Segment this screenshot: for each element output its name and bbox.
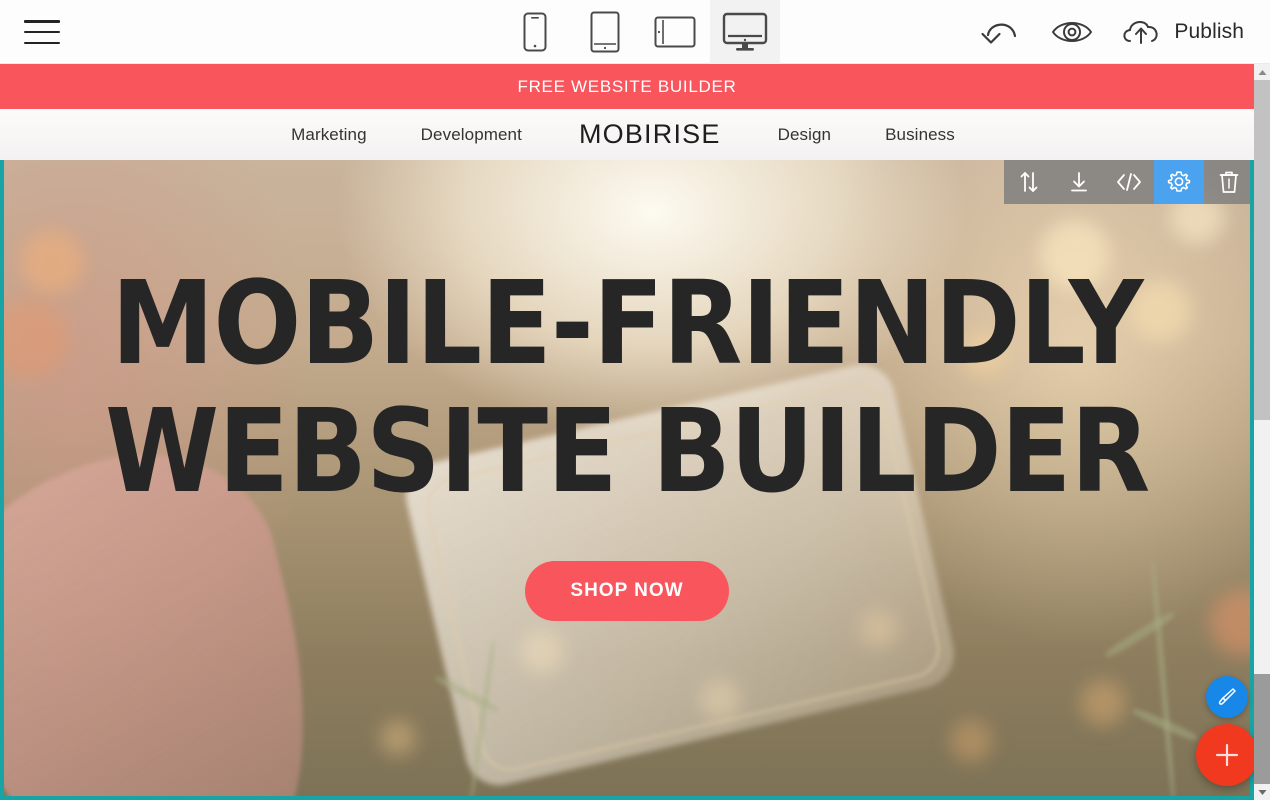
nav-link-business[interactable]: Business: [858, 125, 982, 145]
hero-content: MOBILE-FRIENDLY WEBSITE BUILDER SHOP NOW: [0, 160, 1254, 800]
device-button-tablet[interactable]: [570, 0, 640, 64]
hero-title-line2: WEBSITE BUILDER: [104, 385, 1150, 519]
site-navbar: Marketing Development MOBIRISE Design Bu…: [0, 109, 1254, 160]
block-settings-button[interactable]: [1154, 160, 1204, 204]
announcement-banner[interactable]: FREE WEBSITE BUILDER: [0, 64, 1254, 109]
shop-now-button[interactable]: SHOP NOW: [525, 561, 729, 621]
publish-label: Publish: [1174, 20, 1244, 43]
cloud-upload-icon: [1123, 21, 1159, 44]
block-download-button[interactable]: [1054, 160, 1104, 204]
hamburger-line: [24, 41, 60, 44]
announcement-banner-text: FREE WEBSITE BUILDER: [517, 76, 737, 96]
device-button-desktop[interactable]: [710, 0, 780, 64]
nav-link-marketing[interactable]: Marketing: [264, 125, 394, 145]
chevron-down-icon: [1258, 789, 1266, 795]
hero-block[interactable]: MOBILE-FRIENDLY WEBSITE BUILDER SHOP NOW: [0, 160, 1254, 800]
hamburger-menu-icon[interactable]: [24, 17, 60, 47]
plus-icon: [1215, 743, 1239, 767]
device-button-phone[interactable]: [500, 0, 570, 64]
hamburger-line: [24, 30, 60, 34]
eye-icon: [1052, 22, 1093, 42]
preview-button[interactable]: [1036, 0, 1108, 64]
scrollbar-thumb[interactable]: [1254, 80, 1270, 420]
device-button-tablet-landscape[interactable]: [640, 0, 710, 64]
trash-icon: [1219, 171, 1239, 193]
hamburger-line: [24, 20, 60, 23]
code-brackets-icon: [1117, 173, 1141, 191]
publish-button[interactable]: Publish: [1108, 0, 1254, 64]
tablet-landscape-icon: [654, 16, 696, 48]
scroll-down-button[interactable]: [1254, 784, 1270, 800]
block-toolbar: [1004, 160, 1254, 204]
site-logo[interactable]: MOBIRISE: [549, 119, 751, 150]
add-block-fab-button[interactable]: [1196, 724, 1258, 786]
block-code-button[interactable]: [1104, 160, 1154, 204]
app-toolbar: Publish: [0, 0, 1270, 64]
desktop-monitor-icon: [722, 12, 768, 51]
device-selector: [500, 0, 780, 64]
paint-brush-icon: [1218, 688, 1236, 705]
tablet-portrait-icon: [590, 11, 620, 53]
style-fab-button[interactable]: [1206, 676, 1248, 718]
chevron-up-icon: [1258, 69, 1266, 75]
phone-portrait-icon: [523, 12, 547, 52]
gear-icon: [1167, 171, 1191, 192]
undo-arrow-icon: [981, 23, 1017, 44]
scroll-up-button[interactable]: [1254, 64, 1270, 80]
vertical-scrollbar[interactable]: [1254, 64, 1270, 800]
hero-title-line1: MOBILE-FRIENDLY: [111, 257, 1143, 391]
nav-link-development[interactable]: Development: [394, 125, 549, 145]
block-delete-button[interactable]: [1204, 160, 1254, 204]
nav-link-design[interactable]: Design: [751, 125, 859, 145]
toolbar-actions: Publish: [966, 0, 1254, 64]
site-preview-canvas: FREE WEBSITE BUILDER Marketing Developme…: [0, 64, 1270, 800]
move-updown-arrows-icon: [1020, 172, 1038, 192]
scrollbar-thumb-active[interactable]: [1254, 674, 1270, 784]
block-move-button[interactable]: [1004, 160, 1054, 204]
undo-button[interactable]: [966, 0, 1036, 64]
download-icon: [1071, 172, 1087, 192]
